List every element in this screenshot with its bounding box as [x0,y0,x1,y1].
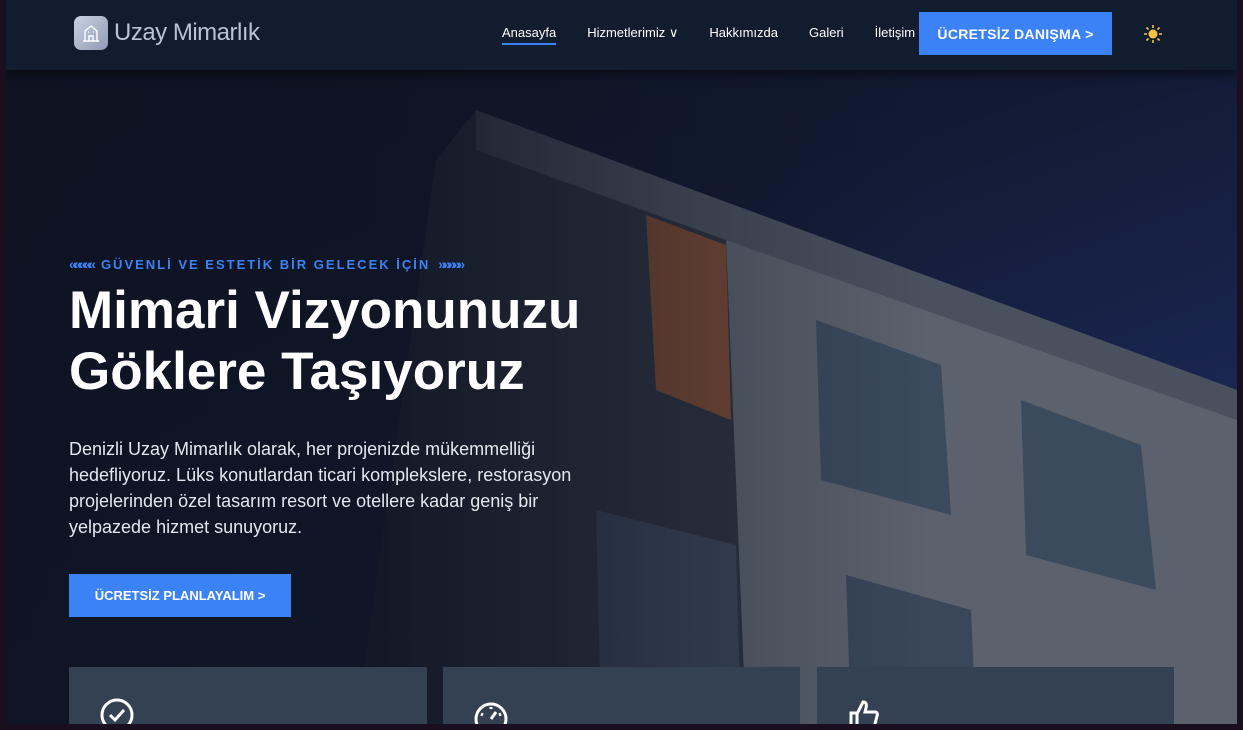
chevrons-right-icon: »»»»» [438,256,465,272]
sun-icon[interactable] [1143,24,1163,44]
hero-section: Uzay Mimarlık Anasayfa Hizmetlerimiz ∨ H… [6,0,1237,724]
free-planning-button[interactable]: ÜCRETSİZ PLANLAYALIM > [69,574,291,617]
feature-card [443,667,800,724]
hero-title-line2: Göklere Taşıyoruz [69,342,525,401]
feature-card [69,667,427,724]
hero-title: Mimari Vizyonunuzu Göklere Taşıyoruz [69,280,669,402]
free-consultation-button[interactable]: ÜCRETSİZ DANIŞMA > [919,12,1112,55]
brand-name: Uzay Mimarlık [114,19,260,46]
nav-home[interactable]: Anasayfa [502,25,557,45]
nav-about[interactable]: Hakkımızda [709,25,778,45]
hero-description: Denizli Uzay Mimarlık olarak, her projen… [69,439,572,537]
eyebrow-text: GÜVENLİ VE ESTETİK BİR GELECEK İÇİN [100,256,431,272]
check-circle-icon [100,698,134,724]
feature-card [817,667,1174,724]
nav-gallery[interactable]: Galeri [809,25,844,45]
nav-services[interactable]: Hizmetlerimiz ∨ [587,25,678,45]
thumbs-up-icon [849,700,879,724]
top-navbar: Uzay Mimarlık Anasayfa Hizmetlerimiz ∨ H… [6,0,1237,70]
chevrons-left-icon: ««««« [69,256,96,272]
speedometer-icon [474,702,508,724]
building-icon [74,16,108,50]
hero-title-line1: Mimari Vizyonunuzu [69,281,581,340]
main-menu: Anasayfa Hizmetlerimiz ∨ Hakkımızda Gale… [502,25,915,45]
hero-eyebrow: ««««« GÜVENLİ VE ESTETİK BİR GELECEK İÇİ… [69,256,465,272]
nav-contact[interactable]: İletişim [875,25,915,45]
brand-logo[interactable]: Uzay Mimarlık [74,16,260,50]
